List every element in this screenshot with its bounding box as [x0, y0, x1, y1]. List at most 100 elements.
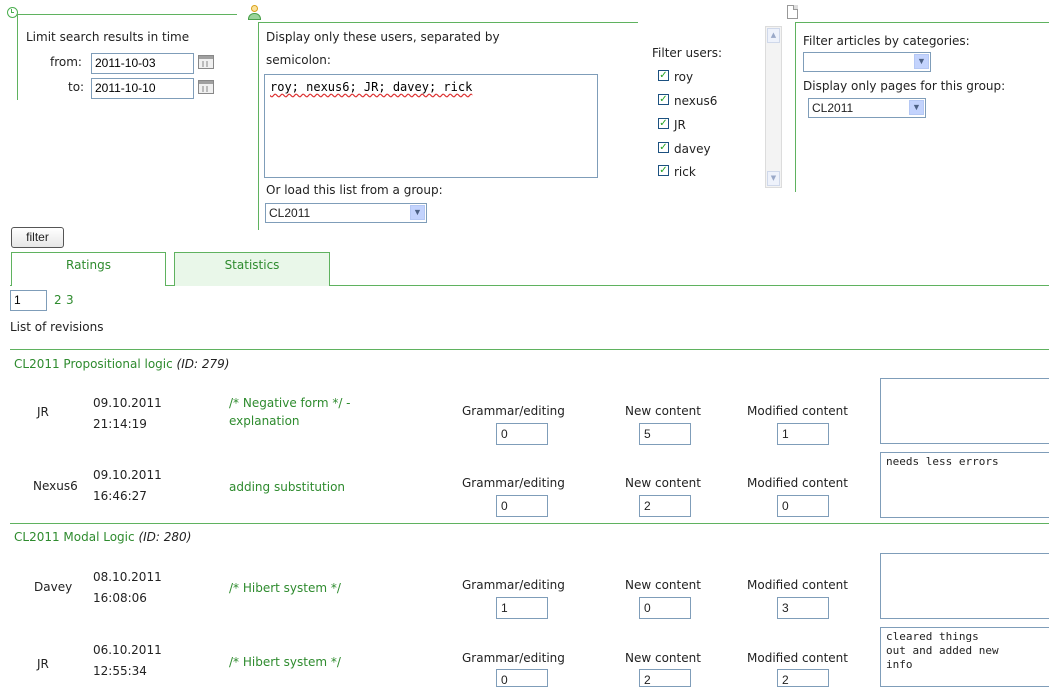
revision-date: 08.10.2011	[93, 570, 162, 584]
checkbox-davey[interactable]: ✓	[658, 142, 669, 153]
revision-summary-link[interactable]: /* Negative form */ - explanation	[229, 396, 351, 428]
grammar-label: Grammar/editing	[462, 476, 565, 490]
revision-summary-line: /* Hibert system */	[229, 581, 341, 595]
article-id: (ID: 280)	[138, 530, 192, 544]
revision-summary-line: /* Negative form */ -	[229, 396, 351, 410]
revision-summary-line: explanation	[229, 414, 300, 428]
modified-content-input[interactable]: 2	[777, 669, 829, 687]
category-filter-title: Filter articles by categories:	[803, 34, 970, 48]
comment-textarea[interactable]	[880, 553, 1049, 619]
revision-user: JR	[37, 405, 49, 419]
revision-summary-line: adding substitution	[229, 480, 346, 494]
page-icon	[787, 5, 798, 19]
users-textarea[interactable]: roy; nexus6; JR; davey; rick	[264, 74, 598, 178]
chevron-down-icon: ▼	[914, 54, 929, 69]
filter-button[interactable]: filter	[11, 227, 64, 248]
grammar-input[interactable]: 0	[496, 423, 548, 445]
time-filter-title: Limit search results in time	[26, 30, 190, 44]
to-date-input[interactable]: 2011-10-10	[91, 78, 194, 99]
article-title[interactable]: CL2011 Modal Logic	[14, 530, 135, 544]
modified-content-label: Modified content	[747, 578, 848, 592]
revision-time: 12:55:34	[93, 664, 147, 678]
tab-statistics[interactable]: Statistics	[174, 252, 330, 286]
scroll-down-icon[interactable]: ▼	[767, 171, 780, 186]
tab-ratings[interactable]: Ratings	[11, 252, 166, 286]
checkbox-label-davey: davey	[674, 142, 711, 156]
revision-user: JR	[37, 657, 49, 671]
users-filter-title-2: semicolon:	[266, 53, 331, 67]
article-heading: CL2011 Modal Logic (ID: 280)	[14, 530, 191, 544]
revision-summary-link[interactable]: /* Hibert system */	[229, 581, 341, 595]
category-select[interactable]: ▼	[803, 52, 931, 72]
modified-content-label: Modified content	[747, 404, 848, 418]
users-filter-vrule	[258, 22, 259, 230]
checkbox-jr[interactable]: ✓	[658, 118, 669, 129]
group-pages-value: CL2011	[812, 101, 854, 115]
time-filter-vrule	[17, 14, 18, 100]
list-title: List of revisions	[10, 320, 104, 334]
new-content-label: New content	[625, 404, 701, 418]
grammar-input[interactable]: 1	[496, 597, 548, 619]
scroll-up-icon[interactable]: ▲	[767, 28, 780, 43]
from-date-input[interactable]: 2011-10-03	[91, 53, 194, 74]
comment-textarea[interactable]	[880, 378, 1049, 444]
revision-time: 16:46:27	[93, 489, 147, 503]
page-link-3[interactable]: 3	[66, 293, 74, 307]
group-pages-label: Display only pages for this group:	[803, 79, 1006, 93]
from-label: from:	[50, 55, 82, 69]
filter-users-scrollbar[interactable]: ▲ ▼	[765, 26, 782, 188]
time-filter-rule	[17, 14, 237, 15]
article-title[interactable]: CL2011 Propositional logic	[14, 357, 173, 371]
revision-date: 09.10.2011	[93, 396, 162, 410]
revision-summary-link[interactable]: /* Hibert system */	[229, 655, 341, 669]
calendar-icon[interactable]	[198, 80, 214, 94]
modified-content-input[interactable]: 1	[777, 423, 829, 445]
checkbox-rick[interactable]: ✓	[658, 165, 669, 176]
category-filter-rule	[795, 22, 1049, 23]
load-group-select[interactable]: CL2011 ▼	[265, 203, 427, 223]
chevron-down-icon: ▼	[909, 100, 924, 115]
revision-date: 09.10.2011	[93, 468, 162, 482]
new-content-label: New content	[625, 476, 701, 490]
calendar-icon[interactable]	[198, 55, 214, 69]
revision-summary-line: /* Hibert system */	[229, 655, 341, 669]
article-heading: CL2011 Propositional logic (ID: 279)	[14, 357, 229, 371]
article-id: (ID: 279)	[176, 357, 230, 371]
grammar-input[interactable]: 0	[496, 669, 548, 687]
revision-user: Davey	[34, 580, 73, 594]
comment-textarea[interactable]: needs less errors	[880, 452, 1049, 518]
list-rule	[10, 349, 1049, 350]
revision-date: 06.10.2011	[93, 643, 162, 657]
group-pages-select[interactable]: CL2011 ▼	[808, 98, 926, 118]
revision-user: Nexus6	[33, 479, 78, 493]
load-group-label: Or load this list from a group:	[266, 183, 443, 197]
group-rule	[10, 523, 1049, 524]
to-label: to:	[68, 80, 85, 94]
page-number-input[interactable]: 1	[10, 290, 47, 311]
new-content-input[interactable]: 2	[639, 495, 691, 517]
checkbox-label-roy: roy	[674, 70, 694, 84]
grammar-label: Grammar/editing	[462, 404, 565, 418]
checkbox-label-jr: JR	[674, 118, 686, 132]
grammar-label: Grammar/editing	[462, 651, 565, 665]
new-content-input[interactable]: 0	[639, 597, 691, 619]
new-content-input[interactable]: 5	[639, 423, 691, 445]
tab-statistics-label: Statistics	[224, 258, 280, 272]
modified-content-label: Modified content	[747, 476, 848, 490]
category-filter-vrule	[795, 22, 796, 192]
modified-content-input[interactable]: 3	[777, 597, 829, 619]
checkbox-nexus6[interactable]: ✓	[658, 94, 669, 105]
users-filter-title: Display only these users, separated by	[266, 30, 500, 44]
chevron-down-icon: ▼	[410, 205, 425, 220]
modified-content-input[interactable]: 0	[777, 495, 829, 517]
grammar-input[interactable]: 0	[496, 495, 548, 517]
tab-ratings-label: Ratings	[66, 258, 111, 272]
new-content-label: New content	[625, 651, 701, 665]
modified-content-label: Modified content	[747, 651, 848, 665]
comment-textarea[interactable]: cleared things out and added new info	[880, 627, 1049, 687]
revision-time: 21:14:19	[93, 417, 147, 431]
revision-summary-link[interactable]: adding substitution	[229, 480, 345, 494]
new-content-input[interactable]: 2	[639, 669, 691, 687]
page-link-2[interactable]: 2	[54, 293, 62, 307]
checkbox-roy[interactable]: ✓	[658, 70, 669, 81]
